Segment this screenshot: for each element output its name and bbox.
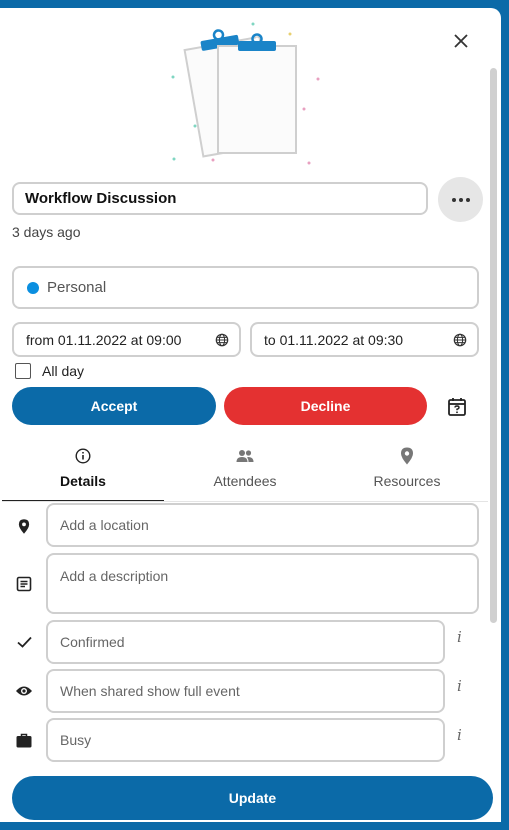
location-icon [14,516,34,536]
people-icon [236,450,254,462]
calendar-question-icon[interactable] [446,396,468,418]
access-info-icon[interactable]: i [457,677,462,695]
start-date-text: from 01.11.2022 at 09:00 [26,331,182,348]
event-title-input[interactable]: Workflow Discussion [12,182,428,215]
description-icon [14,574,34,594]
allday-checkbox[interactable] [15,363,31,379]
calendar-select[interactable]: Personal [12,266,479,309]
availability-info-icon[interactable]: i [457,726,462,744]
tab-divider [2,501,488,502]
close-icon [454,34,468,48]
map-marker-icon [401,447,413,465]
calendar-color-dot [27,281,39,294]
scrollbar[interactable] [490,68,497,623]
more-icon [451,197,470,202]
end-date-picker[interactable]: to 01.11.2022 at 09:30 [250,322,479,357]
decline-button[interactable]: Decline [224,387,427,425]
allday-row: All day [15,363,84,379]
clipboard-illustration [171,22,320,165]
accept-button[interactable]: Accept [12,387,216,425]
allday-label: All day [42,363,85,379]
start-date-picker[interactable]: from 01.11.2022 at 09:00 [12,322,241,357]
calendar-name: Personal [47,279,107,296]
event-editor-panel: Workflow Discussion 3 days ago Personal … [0,8,501,822]
update-button[interactable]: Update [12,776,493,820]
status-select[interactable]: Confirmed [46,620,445,664]
tab-resources[interactable]: Resources [326,438,488,500]
access-class-select[interactable]: When shared show full event [46,669,445,713]
tab-details[interactable]: Details [2,438,164,502]
location-input[interactable]: Add a location [46,503,479,547]
tab-bar: Details Attendees Resources [2,438,488,502]
tab-label: Attendees [213,473,277,489]
tab-label: Details [60,473,106,489]
close-button[interactable] [448,28,474,54]
checkmark-icon [14,632,34,652]
briefcase-icon [14,730,34,750]
status-info-icon[interactable]: i [457,628,462,646]
description-input[interactable]: Add a description [46,553,479,614]
tab-attendees[interactable]: Attendees [164,438,326,500]
tab-label: Resources [373,473,441,489]
availability-select[interactable]: Busy [46,718,445,762]
modified-time: 3 days ago [12,224,81,240]
globe-icon[interactable] [453,333,467,347]
end-date-text: to 01.11.2022 at 09:30 [264,331,404,348]
eye-icon [14,681,34,701]
globe-icon[interactable] [215,333,229,347]
info-icon [75,448,91,464]
more-actions-button[interactable] [438,177,483,222]
